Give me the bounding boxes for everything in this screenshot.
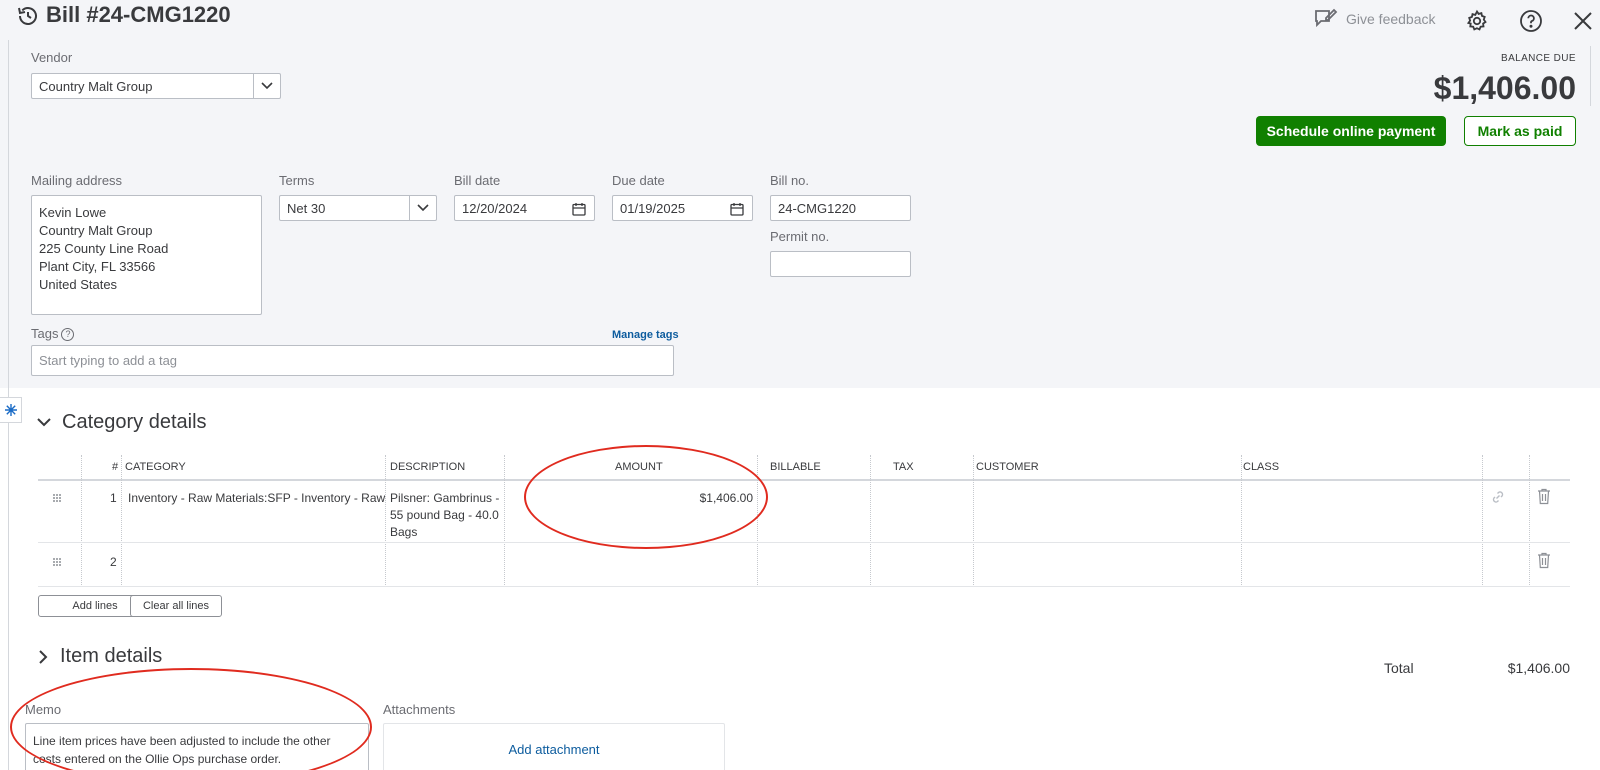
- column-separator: [504, 455, 505, 587]
- give-feedback-link[interactable]: Give feedback: [1312, 6, 1436, 32]
- terms-select[interactable]: Net 30: [279, 195, 437, 221]
- row-divider: [38, 542, 1570, 543]
- category-details-table: # CATEGORY DESCRIPTION AMOUNT BILLABLE T…: [38, 455, 1570, 587]
- feedback-icon: [1315, 8, 1338, 28]
- add-attachment-link[interactable]: Add attachment: [508, 742, 599, 757]
- give-feedback-label: Give feedback: [1346, 11, 1436, 27]
- permit-no-label: Permit no.: [770, 229, 830, 244]
- item-details-title: Item details: [60, 645, 163, 667]
- column-separator: [870, 455, 871, 587]
- vendor-label: Vendor: [31, 50, 73, 65]
- calendar-icon[interactable]: [572, 202, 586, 216]
- balance-due-label: BALANCE DUE: [1501, 53, 1576, 64]
- address-line: Plant City, FL 33566: [39, 259, 156, 274]
- balance-due-amount: $1,406.00: [1433, 70, 1576, 106]
- column-separator: [1529, 455, 1530, 587]
- right-divider: [1590, 46, 1591, 106]
- bill-date-label: Bill date: [454, 173, 501, 188]
- manage-tags-link[interactable]: Manage tags: [612, 329, 679, 341]
- schedule-online-payment-button[interactable]: Schedule online payment: [1256, 116, 1446, 146]
- form-header-band: [0, 0, 1600, 388]
- column-header-class: CLASS: [1243, 461, 1280, 473]
- column-header-number: #: [112, 461, 119, 473]
- chevron-down-icon: [37, 417, 51, 426]
- bill-no-label: Bill no.: [770, 173, 810, 188]
- sparkle-icon[interactable]: [0, 397, 22, 423]
- page-title: Bill #24-CMG1220: [46, 2, 231, 27]
- chevron-down-icon[interactable]: [409, 196, 436, 220]
- column-separator: [81, 455, 82, 587]
- tags-placeholder: Start typing to add a tag: [39, 353, 178, 368]
- address-line: Country Malt Group: [39, 223, 153, 238]
- column-header-category: CATEGORY: [125, 461, 186, 473]
- terms-value: Net 30: [287, 200, 326, 216]
- mark-as-paid-button[interactable]: Mark as paid: [1464, 116, 1576, 146]
- memo-label: Memo: [25, 702, 62, 717]
- gear-icon[interactable]: [1464, 8, 1490, 34]
- column-header-amount: AMOUNT: [615, 461, 663, 473]
- drag-handle-icon[interactable]: [52, 491, 62, 508]
- tags-input[interactable]: Start typing to add a tag: [31, 345, 674, 376]
- category-details-toggle[interactable]: Category details: [36, 411, 207, 434]
- add-attachment-zone[interactable]: Add attachment: [383, 723, 725, 770]
- tags-label-row: Tags?: [31, 326, 75, 341]
- chevron-down-icon[interactable]: [253, 74, 280, 98]
- column-separator: [757, 455, 758, 587]
- row-divider: [38, 586, 1570, 587]
- calendar-icon[interactable]: [730, 202, 744, 216]
- drag-handle-icon[interactable]: [52, 555, 62, 572]
- column-header-description: DESCRIPTION: [390, 461, 466, 473]
- mailing-address-field[interactable]: Kevin Lowe Country Malt Group 225 County…: [31, 195, 262, 315]
- trash-icon[interactable]: [1537, 552, 1551, 574]
- help-icon[interactable]: [1518, 8, 1544, 34]
- trash-icon[interactable]: [1537, 488, 1551, 510]
- close-icon[interactable]: [1570, 8, 1596, 34]
- total-value: $1,406.00: [1507, 660, 1570, 676]
- bill-date-input[interactable]: 12/20/2024: [454, 195, 595, 221]
- address-line: Kevin Lowe: [39, 205, 107, 220]
- total-label: Total: [1384, 660, 1414, 676]
- column-separator: [385, 455, 386, 587]
- attachments-label: Attachments: [383, 702, 456, 717]
- bill-no-value: 24-CMG1220: [778, 200, 857, 216]
- column-separator: [1241, 455, 1242, 587]
- permit-no-input[interactable]: [770, 251, 911, 277]
- vendor-value: Country Malt Group: [39, 78, 153, 94]
- clear-all-lines-button[interactable]: Clear all lines: [130, 595, 222, 617]
- column-header-customer: CUSTOMER: [976, 461, 1039, 473]
- description-cell[interactable]: Pilsner: Gambrinus - 55 pound Bag - 40.0…: [390, 490, 502, 541]
- terms-label: Terms: [279, 173, 315, 188]
- vendor-select[interactable]: Country Malt Group: [31, 73, 281, 99]
- memo-field[interactable]: Line item prices have been adjusted to i…: [25, 723, 369, 770]
- column-header-billable: BILLABLE: [770, 461, 821, 473]
- bill-no-input[interactable]: 24-CMG1220: [770, 195, 911, 221]
- amount-cell[interactable]: $1,406.00: [508, 490, 753, 507]
- chevron-right-icon: [39, 649, 48, 664]
- bill-date-value: 12/20/2024: [462, 200, 528, 216]
- due-date-input[interactable]: 01/19/2025: [612, 195, 753, 221]
- due-date-value: 01/19/2025: [620, 200, 686, 216]
- category-cell[interactable]: Inventory - Raw Materials:SFP - Inventor…: [128, 490, 385, 507]
- header-divider: [38, 479, 1570, 481]
- item-details-toggle[interactable]: Item details: [38, 645, 162, 668]
- help-icon[interactable]: ?: [61, 327, 75, 341]
- mailing-address-label: Mailing address: [31, 173, 123, 188]
- column-separator: [121, 455, 122, 587]
- address-line: 225 County Line Road: [39, 241, 169, 256]
- address-line: United States: [39, 277, 118, 292]
- category-details-title: Category details: [62, 411, 207, 433]
- link-icon[interactable]: [1490, 489, 1506, 510]
- column-separator: [973, 455, 974, 587]
- due-date-label: Due date: [612, 173, 665, 188]
- column-separator: [1482, 455, 1483, 587]
- tags-label: Tags: [31, 326, 59, 341]
- row-number: 2: [110, 555, 117, 569]
- row-number: 1: [110, 491, 117, 505]
- column-header-tax: TAX: [893, 461, 914, 473]
- history-icon[interactable]: [16, 4, 40, 33]
